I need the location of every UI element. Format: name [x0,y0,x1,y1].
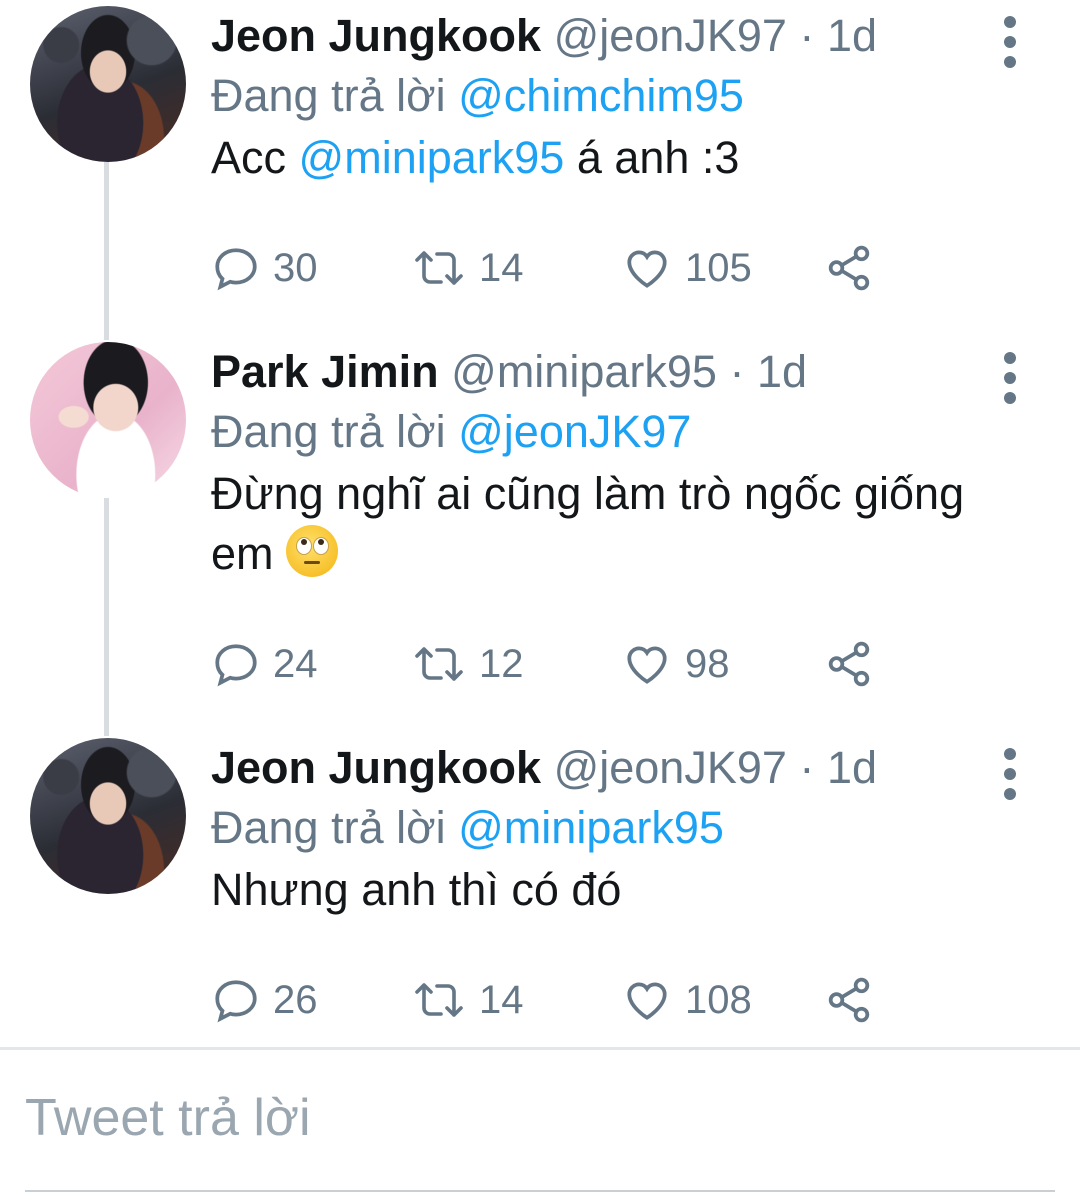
reply-count: 30 [273,245,318,290]
avatar[interactable] [30,342,186,498]
tweet-header: Jeon Jungkook @jeonJK97 · 1d [211,738,1020,798]
reply-icon [215,644,257,687]
share-button[interactable] [824,634,874,694]
like-button[interactable]: 98 [621,634,730,694]
reply-button[interactable]: 26 [211,970,318,1030]
separator: · [799,742,815,793]
like-count: 108 [685,977,752,1022]
reply-button[interactable]: 30 [211,238,318,298]
replying-to: Đang trả lời @chimchim95 [211,66,1020,126]
like-button[interactable]: 105 [621,238,752,298]
tweet-header: Park Jimin @minipark95 · 1d [211,342,1020,402]
retweet-count: 12 [479,641,524,686]
mention-link[interactable]: @minipark95 [299,132,565,183]
like-count: 98 [685,641,730,686]
like-button[interactable]: 108 [621,970,752,1030]
retweet-button[interactable]: 14 [411,970,524,1030]
heart-icon [627,982,667,1020]
author-name[interactable]: Park Jimin [211,346,439,397]
more-options-icon[interactable] [1000,746,1020,802]
retweet-button[interactable]: 12 [411,634,524,694]
separator: · [729,346,745,397]
more-options-icon[interactable] [1000,350,1020,406]
reply-input-underline [25,1190,1055,1192]
composer-divider [0,1047,1080,1050]
replying-to: Đang trả lời @minipark95 [211,798,1020,858]
replying-to-label: Đang trả lời [211,802,446,853]
author-name[interactable]: Jeon Jungkook [211,10,541,61]
share-button[interactable] [824,970,874,1030]
reply-icon [215,248,257,291]
tweet-header: Jeon Jungkook @jeonJK97 · 1d [211,6,1020,66]
separator: · [799,10,815,61]
avatar[interactable] [30,6,186,162]
like-count: 105 [685,245,752,290]
reply-icon [215,980,257,1023]
share-button[interactable] [824,238,874,298]
tweet-text: Đừng nghĩ ai cũng làm trò ngốc giống em [211,464,971,584]
timestamp[interactable]: 1d [827,742,877,793]
author-handle[interactable]: @minipark95 [451,346,717,397]
tweet-actions: 30 14 105 [211,238,891,298]
share-icon [828,641,870,687]
reply-to-mention[interactable]: @jeonJK97 [458,406,691,457]
reply-count: 24 [273,641,318,686]
tweet-text: Acc @minipark95 á anh :3 [211,128,1020,188]
author-handle[interactable]: @jeonJK97 [554,742,787,793]
replying-to-label: Đang trả lời [211,70,446,121]
tweet-text-part: Acc [211,132,299,183]
retweet-icon [415,251,463,285]
tweet-text: Nhưng anh thì có đó [211,864,622,915]
retweet-count: 14 [479,245,524,290]
reply-button[interactable]: 24 [211,634,318,694]
share-icon [828,245,870,291]
replying-to: Đang trả lời @jeonJK97 [211,402,1020,462]
retweet-icon [415,647,463,681]
more-options-icon[interactable] [1000,14,1020,70]
retweet-count: 14 [479,977,524,1022]
tweet-actions: 24 12 98 [211,634,891,694]
replying-to-label: Đang trả lời [211,406,446,457]
retweet-icon [415,983,463,1017]
timestamp[interactable]: 1d [827,10,877,61]
avatar[interactable] [30,738,186,894]
reply-to-mention[interactable]: @minipark95 [458,802,724,853]
timestamp[interactable]: 1d [757,346,807,397]
rolling-eyes-emoji-icon [286,525,339,577]
heart-icon [627,250,667,288]
reply-to-mention[interactable]: @chimchim95 [458,70,744,121]
retweet-button[interactable]: 14 [411,238,524,298]
author-handle[interactable]: @jeonJK97 [554,10,787,61]
tweet-actions: 26 14 108 [211,970,891,1030]
author-name[interactable]: Jeon Jungkook [211,742,541,793]
heart-icon [627,646,667,684]
share-icon [828,977,870,1023]
reply-input[interactable]: Tweet trả lời [25,1088,311,1148]
tweet-text-part: á anh :3 [564,132,740,183]
reply-count: 26 [273,977,318,1022]
